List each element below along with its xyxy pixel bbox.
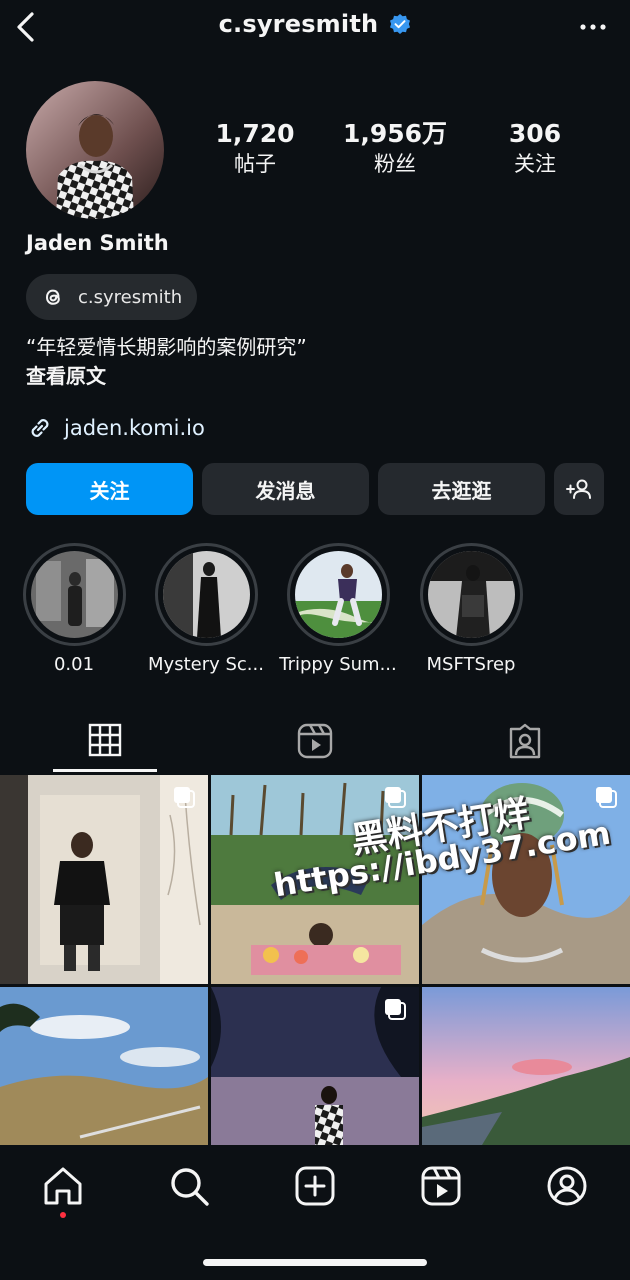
story-highlights: 0.01 Mystery Sc... Trippy Sum... MSFTSre…	[0, 543, 630, 683]
post-thumbnail[interactable]	[0, 987, 208, 1145]
highlight-ring	[22, 543, 126, 646]
tab-tagged[interactable]	[473, 710, 577, 772]
highlight-label: Trippy Sum...	[279, 654, 397, 675]
suggested-users-button[interactable]	[554, 463, 604, 515]
bottom-nav	[0, 1146, 630, 1280]
posts-grid	[0, 775, 630, 1145]
posts-label: 帖子	[234, 152, 276, 176]
username-title[interactable]: c.syresmith	[219, 10, 379, 38]
multiple-photos-icon	[596, 787, 617, 808]
grid-icon	[88, 723, 122, 756]
highlight-item[interactable]: 0.01	[9, 543, 139, 675]
highlight-ring	[154, 543, 258, 646]
shop-button[interactable]: 去逛逛	[378, 463, 545, 515]
tab-reels[interactable]	[263, 710, 367, 772]
profile-link[interactable]: jaden.komi.io	[26, 414, 205, 442]
home-icon[interactable]	[41, 1164, 85, 1208]
notification-dot	[60, 1212, 66, 1218]
profile-avatar[interactable]	[26, 81, 164, 219]
search-icon[interactable]	[167, 1164, 211, 1208]
highlight-item[interactable]: MSFTSrep	[406, 543, 536, 675]
profile-tabs	[0, 710, 630, 774]
post-thumbnail[interactable]	[211, 987, 419, 1145]
profile-bio: “年轻爱情长期影响的案例研究”	[26, 335, 307, 359]
post-thumbnail[interactable]	[422, 987, 630, 1145]
posts-count: 1,720	[215, 119, 295, 148]
threads-icon	[45, 289, 60, 305]
see-original-link[interactable]: 查看原文	[26, 362, 106, 390]
stat-followers[interactable]: 1,956万 粉丝	[330, 118, 460, 178]
follow-button[interactable]: 关注	[26, 463, 193, 515]
highlight-cover	[162, 551, 250, 638]
create-post-icon[interactable]	[293, 1164, 337, 1208]
profile-name: Jaden Smith	[26, 231, 169, 255]
verified-badge-icon	[390, 14, 411, 34]
reels-icon	[297, 723, 333, 759]
threads-badge[interactable]: c.syresmith	[26, 274, 197, 320]
multiple-photos-icon	[385, 999, 406, 1020]
home-indicator	[203, 1259, 427, 1266]
followers-label: 粉丝	[374, 152, 416, 176]
highlight-item[interactable]: Trippy Sum...	[273, 543, 403, 675]
highlight-cover	[427, 551, 515, 638]
top-bar: c.syresmith	[0, 0, 630, 54]
highlight-ring	[419, 543, 523, 646]
message-button[interactable]: 发消息	[202, 463, 369, 515]
action-buttons: 关注 发消息 去逛逛	[26, 463, 604, 515]
more-options-icon[interactable]	[578, 14, 608, 40]
following-label: 关注	[514, 152, 556, 176]
stat-posts[interactable]: 1,720 帖子	[190, 118, 320, 178]
add-user-icon	[566, 479, 591, 499]
threads-handle: c.syresmith	[78, 286, 183, 308]
highlight-ring	[286, 543, 390, 646]
tagged-icon	[509, 723, 541, 759]
profile-nav-icon[interactable]	[545, 1164, 589, 1208]
highlight-label: Mystery Sc...	[148, 654, 264, 675]
link-icon	[31, 419, 49, 437]
highlight-item[interactable]: Mystery Sc...	[141, 543, 271, 675]
followers-count: 1,956万	[342, 119, 448, 148]
stat-following[interactable]: 306 关注	[470, 118, 600, 178]
multiple-photos-icon	[174, 787, 195, 808]
reels-nav-icon[interactable]	[419, 1164, 463, 1208]
post-thumbnail[interactable]	[422, 775, 630, 984]
highlight-label: 0.01	[53, 654, 95, 675]
highlight-cover	[294, 551, 382, 638]
tab-posts-grid[interactable]	[53, 710, 157, 772]
post-thumbnail[interactable]	[0, 775, 208, 984]
following-count: 306	[508, 119, 562, 148]
highlight-cover	[30, 551, 118, 638]
highlight-label: MSFTSrep	[426, 654, 516, 675]
profile-link-text: jaden.komi.io	[64, 416, 205, 440]
multiple-photos-icon	[385, 787, 406, 808]
title-wrap: c.syresmith	[0, 10, 630, 38]
post-thumbnail[interactable]	[211, 775, 419, 984]
profile-stats: 1,720 帖子 1,956万 粉丝 306 关注	[190, 118, 600, 178]
